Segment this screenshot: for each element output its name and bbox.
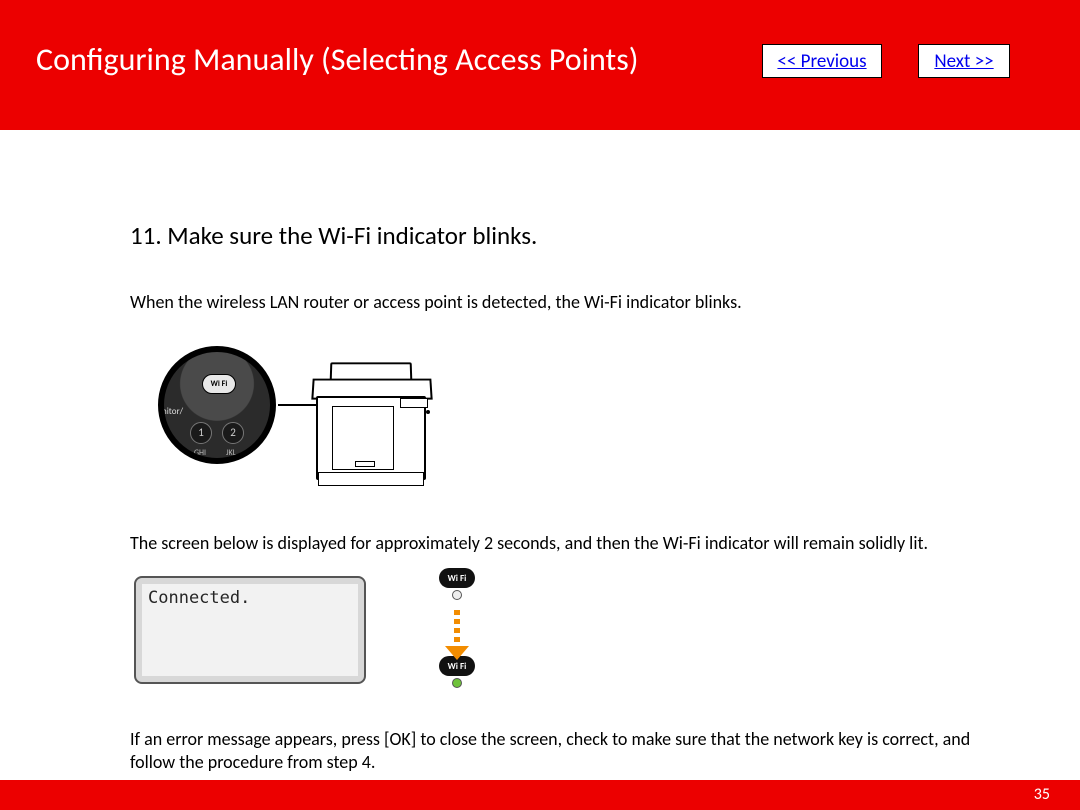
lcd-text: Connected.	[148, 588, 352, 608]
printer-icon	[306, 360, 436, 488]
step-description-2: The screen below is displayed for approx…	[130, 532, 1010, 555]
figure-connected-screen: Connected. Wi Fi Wi Fi	[130, 572, 510, 710]
arrow-down-icon	[450, 610, 464, 650]
wifi-led-on-icon	[452, 678, 462, 688]
figure-printer-wifi: Wi Fi nitor/ 1 2 GHI JKL	[130, 344, 430, 504]
page-title: Configuring Manually (Selecting Access P…	[36, 40, 638, 79]
step-description-3: If an error message appears, press [OK] …	[130, 728, 1010, 775]
keypad-2-icon: 2	[222, 422, 244, 444]
page-number: 35	[1034, 785, 1050, 804]
next-button[interactable]: Next >>	[918, 44, 1010, 78]
wifi-led-off-icon	[452, 590, 462, 600]
step-heading: 11. Make sure the Wi-Fi indicator blinks…	[130, 220, 1044, 251]
keypad-2-label: JKL	[226, 448, 236, 458]
wifi-badge-off-icon: Wi Fi	[439, 568, 475, 588]
keypad-1-label: GHI	[194, 448, 206, 458]
footer-bar: 35	[0, 780, 1080, 810]
wifi-badge-icon: Wi Fi	[202, 374, 236, 394]
zoom-panel-icon: Wi Fi nitor/ 1 2 GHI JKL	[158, 346, 276, 464]
step-description-1: When the wireless LAN router or access p…	[130, 291, 1030, 314]
previous-button[interactable]: << Previous	[762, 44, 882, 78]
lcd-screen-icon: Connected.	[134, 576, 366, 684]
keypad-1-icon: 1	[190, 422, 212, 444]
panel-side-text: nitor/	[162, 406, 183, 417]
